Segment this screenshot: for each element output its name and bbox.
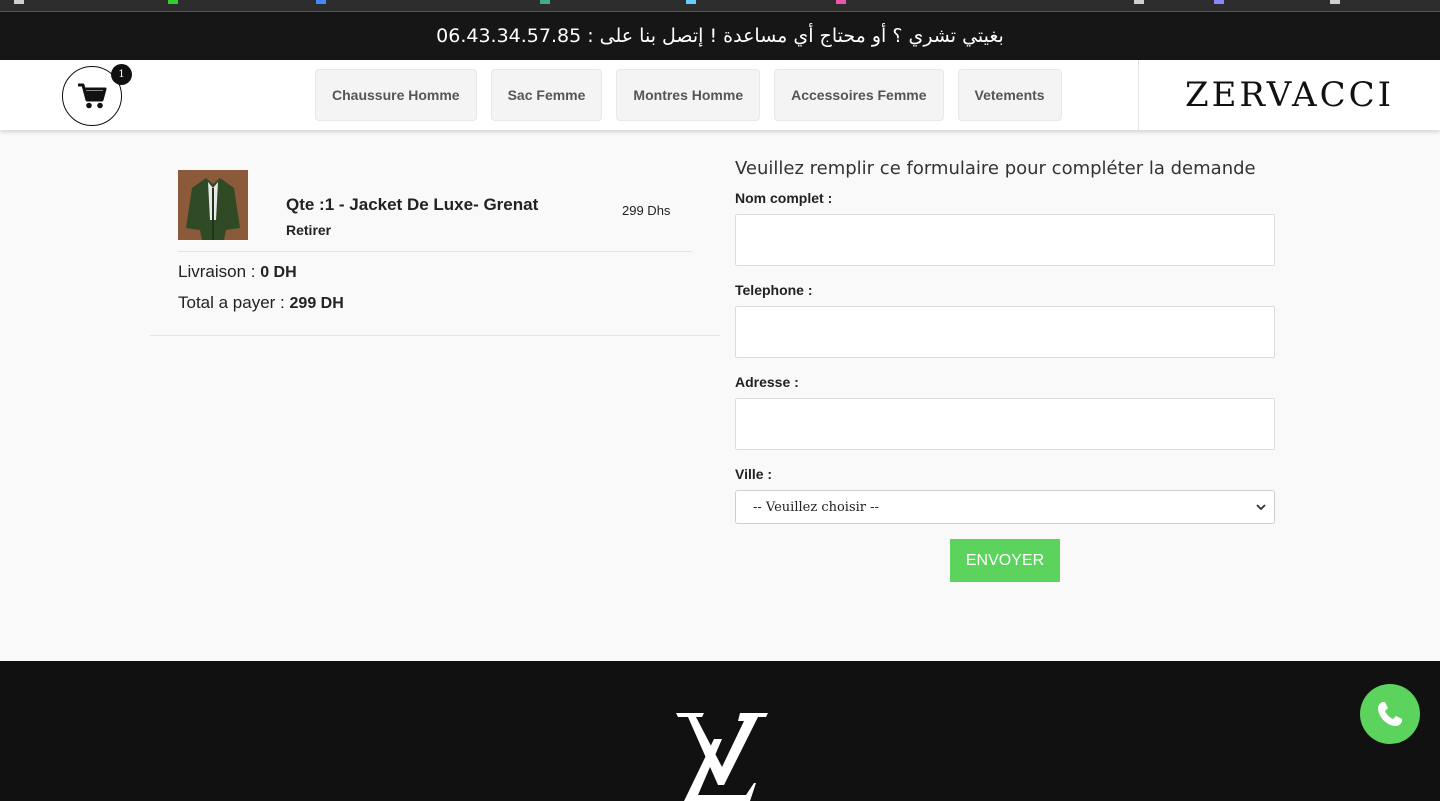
- main-nav: Chaussure Homme Sac Femme Montres Homme …: [315, 69, 1062, 121]
- phone-input[interactable]: [735, 306, 1275, 358]
- nav-item-sac-femme[interactable]: Sac Femme: [490, 69, 603, 121]
- brand-logo[interactable]: ZERVACCI: [1138, 60, 1440, 130]
- address-label: Adresse :: [735, 374, 799, 390]
- site-footer: [0, 661, 1440, 801]
- phone-icon: [1378, 702, 1402, 726]
- nav-item-accessoires-femme[interactable]: Accessoires Femme: [774, 69, 944, 121]
- nav-item-vetements[interactable]: Vetements: [957, 69, 1062, 121]
- nav-item-montres-homme[interactable]: Montres Homme: [616, 69, 761, 121]
- city-select[interactable]: -- Veuillez choisir --: [735, 490, 1275, 524]
- address-input[interactable]: [735, 398, 1275, 450]
- brand-name: ZERVACCI: [1184, 75, 1395, 115]
- announcement-text: بغيتي تشري ؟ أو محتاج أي مساعدة ! إتصل ب…: [436, 25, 1004, 47]
- cart-item-price: 299 Dhs: [622, 203, 671, 218]
- cart-icon: [78, 83, 107, 109]
- delivery-value: 0 DH: [260, 264, 297, 281]
- total-row: Total a payer : 299 DH: [178, 293, 344, 313]
- remove-item-link[interactable]: Retirer: [286, 222, 331, 238]
- city-label: Ville :: [735, 466, 773, 482]
- product-thumbnail: [178, 170, 248, 240]
- browser-bookmark-strip: [0, 0, 1440, 12]
- total-label: Total a payer :: [178, 293, 290, 312]
- submit-button[interactable]: ENVOYER: [950, 539, 1060, 582]
- nav-item-chaussure-homme[interactable]: Chaussure Homme: [315, 69, 477, 121]
- delivery-label: Livraison :: [178, 262, 261, 281]
- cart-count-badge: 1: [111, 64, 132, 85]
- total-value: 299 DH: [289, 295, 344, 312]
- phone-label: Telephone :: [735, 282, 813, 298]
- delivery-row: Livraison : 0 DH: [178, 262, 297, 282]
- cart-summary: Qte :1 - Jacket De Luxe- Grenat Retirer …: [150, 160, 720, 336]
- footer-logo: [676, 713, 768, 801]
- city-select-value: -- Veuillez choisir --: [753, 499, 879, 515]
- chevron-down-icon: [1256, 504, 1266, 511]
- name-label: Nom complet :: [735, 190, 833, 206]
- form-title: Veuillez remplir ce formulaire pour comp…: [735, 158, 1256, 179]
- name-input[interactable]: [735, 214, 1275, 266]
- cart-item-title: Qte :1 - Jacket De Luxe- Grenat: [286, 195, 539, 214]
- divider: [178, 251, 692, 252]
- order-form: Veuillez remplir ce formulaire pour comp…: [735, 158, 1275, 582]
- whatsapp-call-button[interactable]: [1360, 684, 1420, 744]
- site-header: 1 Chaussure Homme Sac Femme Montres Homm…: [0, 60, 1440, 130]
- announcement-bar: بغيتي تشري ؟ أو محتاج أي مساعدة ! إتصل ب…: [0, 12, 1440, 60]
